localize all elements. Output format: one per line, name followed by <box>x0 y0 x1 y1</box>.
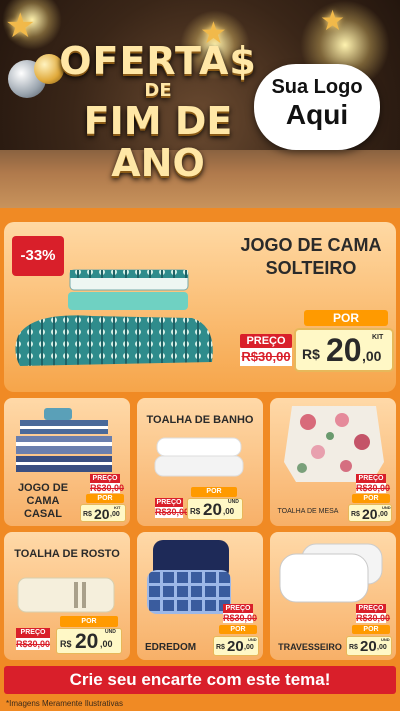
product-name: TOALHA DE BANHO <box>146 414 254 426</box>
pillow-image <box>279 543 383 603</box>
price-dec: ,00 <box>362 348 382 364</box>
price-unit: UND <box>228 499 239 505</box>
por-label: POR <box>219 625 257 634</box>
star-icon: ★ <box>5 6 36 46</box>
logo-text-1: Sua Logo <box>271 76 363 98</box>
create-flyer-button[interactable]: Crie seu encarte com este tema! <box>4 666 396 694</box>
por-label: POR <box>191 487 237 497</box>
product-tile[interactable]: TOALHA DE MESA PREÇO R$30,00 POR R$ 20 ,… <box>270 398 396 526</box>
bedding-set-image <box>15 269 213 366</box>
hero-banner: ★ ★ ★ OFERTA$ DE FIM DE ANO Sua Logo Aqu… <box>0 0 400 208</box>
currency: R$ <box>190 507 201 516</box>
currency: R$ <box>349 644 358 651</box>
price-dec: ,00 <box>377 644 387 651</box>
preco-label: PREÇO <box>90 474 120 483</box>
old-price-value: R$30,00 <box>241 349 291 364</box>
preco-label: PREÇO <box>223 604 253 613</box>
new-price: R$ 20 ,00 UND <box>348 504 392 522</box>
price-int: 20 <box>227 638 244 655</box>
price-dec: ,00 <box>378 511 388 518</box>
price-dec: ,00 <box>223 507 235 516</box>
product-name: JOGO DE CAMA CASAL <box>17 482 69 520</box>
old-price: R$30,00 <box>155 507 190 518</box>
new-price: R$ 20 ,00 UND <box>346 636 392 656</box>
old-price: R$30,00 <box>240 348 292 366</box>
bedding-image <box>16 408 112 472</box>
product-tile[interactable]: JOGO DE CAMA CASAL PREÇO R$30,00 POR R$ … <box>4 398 130 526</box>
preco-label: PREÇO <box>356 474 386 483</box>
product-tile[interactable]: TOALHA DE BANHO PREÇO R$30,00 POR R$ 20 … <box>137 398 263 526</box>
price-dec: ,00 <box>244 644 254 651</box>
price-unit: KIT <box>372 334 384 341</box>
por-label: POR <box>352 494 390 503</box>
old-price: R$30,00 <box>16 638 51 650</box>
old-price: R$30,00 <box>356 483 391 493</box>
por-label: POR <box>60 616 118 627</box>
price-int: 20 <box>360 638 377 655</box>
price-int: 20 <box>326 332 362 368</box>
price-unit: UND <box>382 505 391 510</box>
new-price: R$ 20 ,00 KIT <box>80 504 126 522</box>
old-price: R$30,00 <box>90 483 125 493</box>
currency: R$ <box>60 639 72 649</box>
product-name: EDREDOM <box>145 642 197 653</box>
price-int: 20 <box>75 630 99 653</box>
new-price: R$ 20 ,00 KIT <box>294 328 394 372</box>
product-tile[interactable]: TOALHA DE ROSTO PREÇO R$30,00 POR R$ 20 … <box>4 532 130 660</box>
old-price: R$30,00 <box>223 613 258 623</box>
price-unit: UND <box>381 637 390 642</box>
preco-label: PREÇO <box>240 334 292 348</box>
product-tile[interactable]: TRAVESSEIRO PREÇO R$30,00 POR R$ 20 ,00 … <box>270 532 396 660</box>
por-label: POR <box>86 494 124 503</box>
preco-label: PREÇO <box>155 498 183 507</box>
star-icon: ★ <box>320 4 346 37</box>
por-label: POR <box>352 625 390 634</box>
price-int: 20 <box>362 506 378 522</box>
product-name: TRAVESSEIRO <box>278 642 342 652</box>
new-price: R$ 20 ,00 UND <box>56 628 122 654</box>
featured-product-name: JOGO DE CAMA SOLTEIRO <box>240 235 382 278</box>
logo-placeholder[interactable]: Sua Logo Aqui <box>254 64 380 150</box>
product-tile[interactable]: EDREDOM PREÇO R$30,00 POR R$ 20 ,00 UND <box>137 532 263 660</box>
old-price: R$30,00 <box>356 613 391 623</box>
price-dec: ,00 <box>100 639 113 649</box>
currency: R$ <box>216 644 225 651</box>
price-dec: ,00 <box>110 511 120 518</box>
price-unit: KIT <box>114 505 121 510</box>
new-price: R$ 20 ,00 UND <box>187 498 243 520</box>
face-towel-image <box>17 577 115 613</box>
new-price: R$ 20 ,00 UND <box>213 636 259 656</box>
towel-image <box>154 437 244 477</box>
featured-product-card[interactable]: -33% JOGO DE CAMA SOLTEIRO PREÇO R$30,00… <box>4 222 396 392</box>
currency: R$ <box>302 346 320 362</box>
title-line-3: FIM DE ANO <box>83 99 233 185</box>
price-unit: UND <box>248 637 257 642</box>
product-name: TOALHA DE ROSTO <box>14 548 120 560</box>
price-int: 20 <box>94 506 110 522</box>
title-line-2: DE <box>144 80 172 101</box>
logo-text-2: Aqui <box>285 99 349 130</box>
price-unit: UND <box>105 629 116 635</box>
por-label: POR <box>304 310 388 326</box>
preco-label: PREÇO <box>16 628 50 638</box>
currency: R$ <box>83 511 92 518</box>
promo-title: OFERTA$ DE FIM DE ANO <box>58 40 258 184</box>
title-line-1: OFERTA$ <box>59 39 257 83</box>
preco-label: PREÇO <box>356 604 386 613</box>
price-int: 20 <box>203 500 222 519</box>
product-name: TOALHA DE MESA <box>277 508 339 515</box>
disclaimer: *Imagens Meramente Ilustrativas <box>6 699 123 708</box>
currency: R$ <box>351 511 360 518</box>
